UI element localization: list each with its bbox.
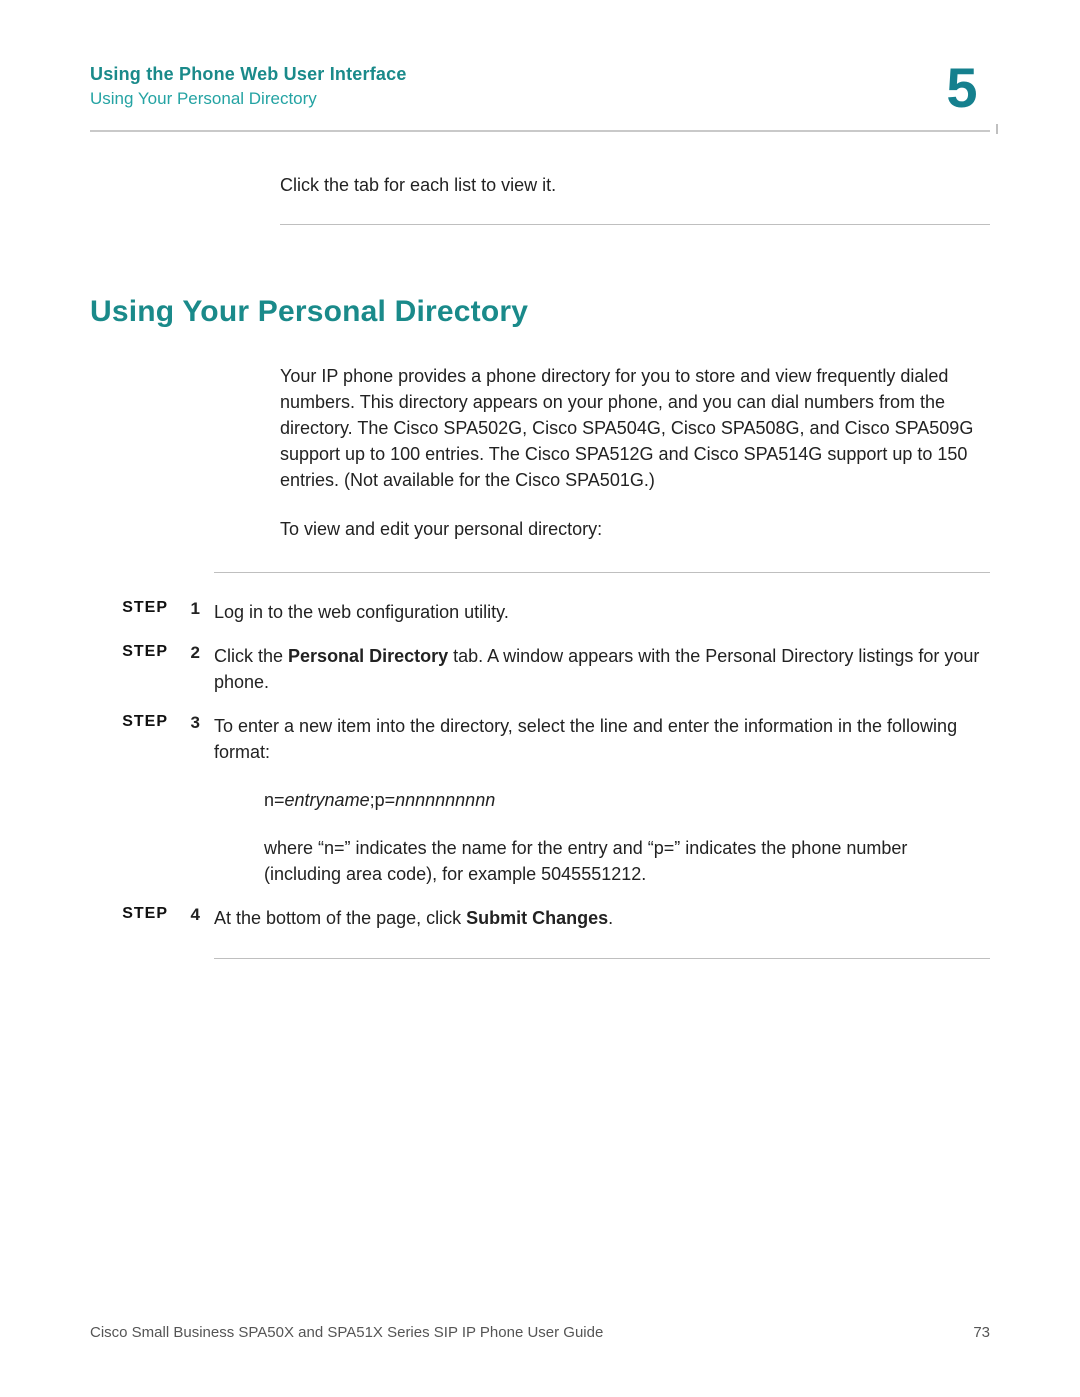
format-n-value: entryname	[285, 790, 370, 810]
footer-page-number: 73	[973, 1324, 990, 1341]
page: Using the Phone Web User Interface Using…	[0, 0, 1080, 1397]
header-left: Using the Phone Web User Interface Using…	[90, 60, 407, 109]
step-number: 2	[176, 643, 200, 663]
step-number: 3	[176, 713, 200, 733]
step-4-post: .	[608, 908, 613, 928]
step-4: STEP 4 At the bottom of the page, click …	[90, 905, 990, 931]
chapter-number-box: 5	[934, 60, 990, 116]
step-label: STEP	[90, 905, 168, 923]
intro-line: Click the tab for each list to view it.	[280, 172, 984, 198]
step-body: To enter a new item into the directory, …	[214, 713, 990, 765]
step-label: STEP	[90, 713, 168, 731]
chapter-number: 5	[934, 60, 990, 116]
steps-rule-bottom	[214, 958, 990, 959]
footer-book-title: Cisco Small Business SPA50X and SPA51X S…	[90, 1324, 603, 1341]
format-p-value: nnnnnnnnnn	[395, 790, 495, 810]
step-body: Click the Personal Directory tab. A wind…	[214, 643, 990, 695]
intro-paragraph: Your IP phone provides a phone directory…	[280, 363, 984, 493]
step-1: STEP 1 Log in to the web configuration u…	[90, 599, 990, 625]
page-footer: Cisco Small Business SPA50X and SPA51X S…	[90, 1324, 990, 1341]
page-header: Using the Phone Web User Interface Using…	[90, 60, 990, 116]
step-body: At the bottom of the page, click Submit …	[214, 905, 990, 931]
header-section-name: Using Your Personal Directory	[90, 89, 407, 109]
step-number: 4	[176, 905, 200, 925]
format-sep: ;p=	[370, 790, 396, 810]
step-number: 1	[176, 599, 200, 619]
step-3-explain: where “n=” indicates the name for the en…	[264, 835, 984, 887]
step-body: Log in to the web configuration utility.	[214, 599, 990, 625]
header-rule	[90, 130, 990, 132]
content: Click the tab for each list to view it. …	[90, 172, 990, 959]
step-4-bold: Submit Changes	[466, 908, 608, 928]
step-label: STEP	[90, 599, 168, 617]
steps-rule-top	[214, 572, 990, 573]
step-2-bold: Personal Directory	[288, 646, 448, 666]
step-3: STEP 3 To enter a new item into the dire…	[90, 713, 990, 765]
step-2: STEP 2 Click the Personal Directory tab.…	[90, 643, 990, 695]
step-label: STEP	[90, 643, 168, 661]
step-2-pre: Click the	[214, 646, 288, 666]
section-heading: Using Your Personal Directory	[90, 295, 990, 329]
lead-in: To view and edit your personal directory…	[280, 516, 984, 542]
step-3-format: n=entryname;p=nnnnnnnnnn	[264, 787, 984, 813]
format-n-label: n=	[264, 790, 285, 810]
steps: STEP 1 Log in to the web configuration u…	[90, 599, 990, 932]
intro-rule	[280, 224, 990, 225]
step-4-pre: At the bottom of the page, click	[214, 908, 466, 928]
chapter-title: Using the Phone Web User Interface	[90, 64, 407, 85]
